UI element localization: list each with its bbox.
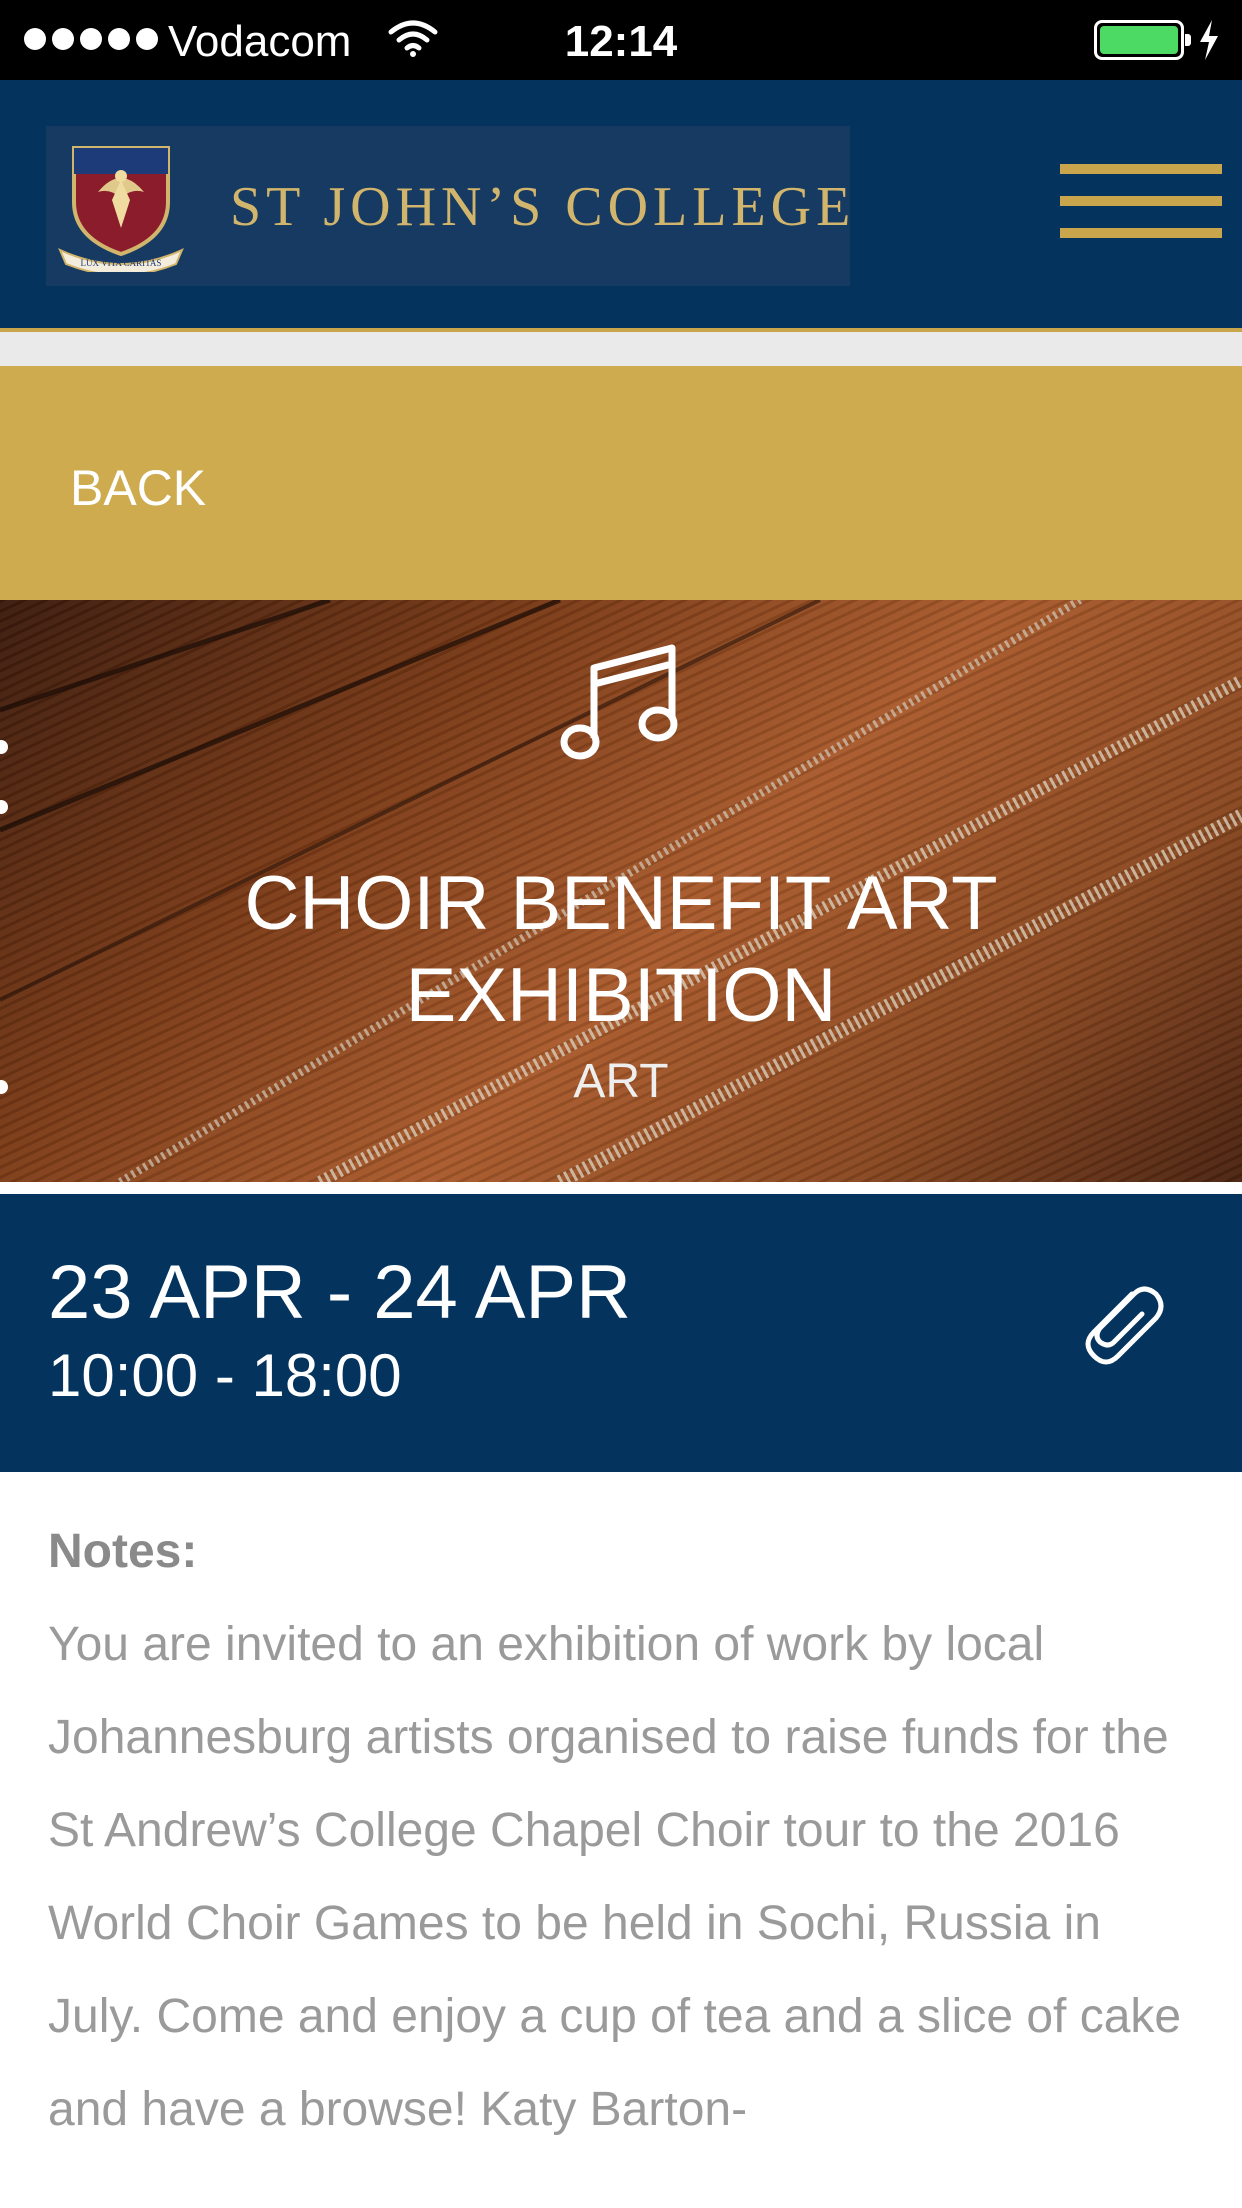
event-time-range: 10:00 - 18:00 bbox=[48, 1342, 402, 1409]
app-header: LUX VITA CARITAS ST JOHN’S COLLEGE bbox=[0, 80, 1242, 332]
paperclip-icon bbox=[1085, 1286, 1164, 1365]
college-crest-icon: LUX VITA CARITAS bbox=[58, 146, 184, 272]
college-logo[interactable]: LUX VITA CARITAS ST JOHN’S COLLEGE bbox=[46, 126, 850, 286]
status-bar: Vodacom 12:14 bbox=[0, 0, 1242, 80]
event-notes: Notes: You are invited to an exhibition … bbox=[48, 1520, 1208, 2156]
notes-body: You are invited to an exhibition of work… bbox=[48, 1618, 1182, 2136]
notes-label: Notes: bbox=[48, 1525, 198, 1578]
event-category: ART bbox=[573, 1055, 669, 1108]
event-hero-banner: CHOIR BENEFIT ART EXHIBITION ART bbox=[0, 600, 1242, 1182]
hamburger-menu-button[interactable] bbox=[1060, 164, 1222, 244]
event-title: CHOIR BENEFIT ART EXHIBITION bbox=[244, 861, 998, 1038]
svg-text:LUX VITA CARITAS: LUX VITA CARITAS bbox=[81, 258, 162, 268]
music-notes-icon bbox=[560, 644, 678, 760]
event-date-bar: 23 APR - 24 APR 10:00 - 18:00 bbox=[0, 1194, 1242, 1472]
back-button[interactable]: BACK bbox=[70, 458, 206, 518]
battery-icon bbox=[1094, 20, 1191, 60]
charging-bolt-icon bbox=[1200, 20, 1218, 60]
event-date-range: 23 APR - 24 APR bbox=[48, 1250, 631, 1335]
attachment-button[interactable] bbox=[1070, 1270, 1170, 1370]
section-divider bbox=[0, 1182, 1242, 1194]
back-bar: BACK bbox=[0, 366, 1242, 600]
college-name: ST JOHN’S COLLEGE bbox=[230, 176, 856, 238]
header-divider bbox=[0, 332, 1242, 366]
status-time: 12:14 bbox=[564, 17, 678, 66]
